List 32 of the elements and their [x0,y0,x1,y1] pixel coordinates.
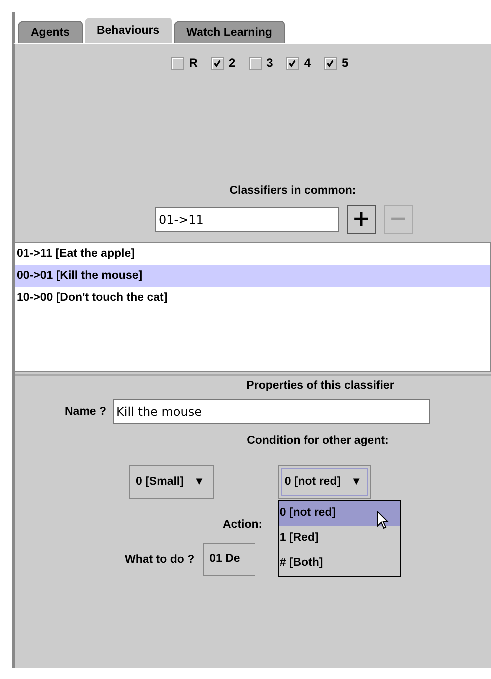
section-title: Properties of this classifier [246,380,394,392]
dropdown[interactable]: 0 [not red] ▼ [278,465,371,499]
checkbox[interactable] [171,56,184,70]
list-item[interactable]: 01->11 [Eat the apple] [15,243,490,265]
pointer-icon [376,511,389,530]
tab[interactable]: Behaviours [84,17,173,43]
section-label: Classifiers in common: [230,185,356,197]
menu-item[interactable]: # [Both] [278,551,400,576]
checkbox[interactable] [324,56,338,70]
tab[interactable]: Watch Learning [174,21,286,43]
checkbox[interactable] [248,56,262,70]
checkbox[interactable] [210,56,224,70]
field-label: Name ? [65,406,107,418]
section-label: Condition for other agent: [247,435,389,447]
checkbox-label: 5 [342,56,349,70]
name-field[interactable]: Kill the mouse [112,399,430,424]
dropdown[interactable]: 0 [Small] ▼ [129,465,214,499]
action-field[interactable]: 01 De [202,543,255,576]
checkbox-label: 2 [228,56,236,70]
add-button[interactable]: + [347,205,376,234]
menu-item[interactable]: 1 [Red] [278,526,400,551]
list-item[interactable]: 00->01 [Kill the mouse] [15,265,490,287]
checkbox-label: R [189,56,198,70]
checkbox-label: 4 [304,56,312,70]
checkbox[interactable] [286,56,300,70]
checkbox-label: 3 [266,56,274,70]
classifier-field[interactable]: 01->11 [155,207,339,232]
field-label: Action: [223,519,263,531]
field-label: What to do ? [125,554,195,566]
menu-item[interactable]: 0 [not red] [278,501,400,526]
list-item[interactable]: 10->00 [Don't touch the cat] [15,287,490,309]
tab[interactable]: Agents [18,21,83,43]
